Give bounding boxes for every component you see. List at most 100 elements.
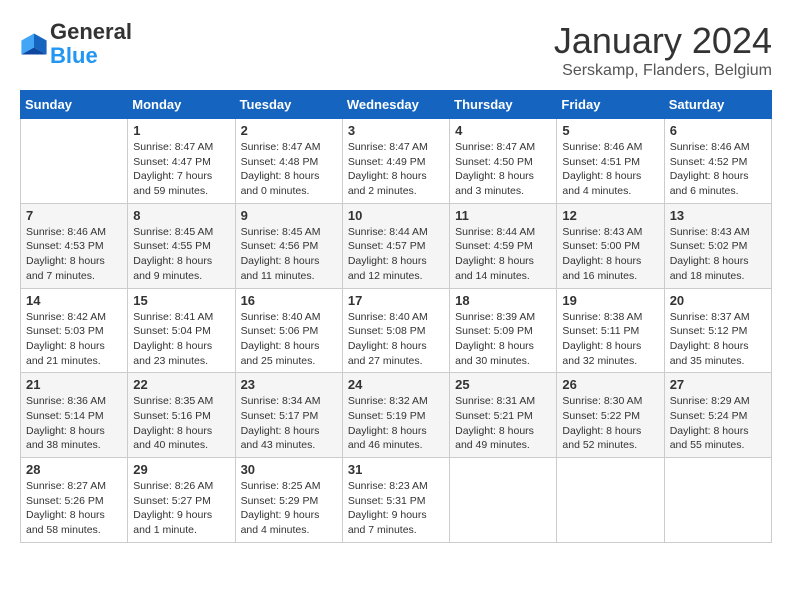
day-info: Sunrise: 8:43 AM Sunset: 5:02 PM Dayligh… [670,225,766,284]
calendar-day-cell: 15 Sunrise: 8:41 AM Sunset: 5:04 PM Dayli… [128,288,235,373]
day-number: 1 [133,123,229,138]
day-info: Sunrise: 8:35 AM Sunset: 5:16 PM Dayligh… [133,394,229,453]
day-number: 10 [348,208,444,223]
day-number: 8 [133,208,229,223]
day-number: 3 [348,123,444,138]
day-number: 25 [455,377,551,392]
calendar-day-cell: 16Sunrise: 8:40 AM Sunset: 5:06 PM Dayli… [235,288,342,373]
day-info: Sunrise: 8:42 AM Sunset: 5:03 PM Dayligh… [26,310,122,369]
day-of-week-header: Wednesday [342,91,449,119]
calendar-table: SundayMondayTuesdayWednesdayThursdayFrid… [20,90,772,543]
day-number: 22 [133,377,229,392]
calendar-day-cell: 18 Sunrise: 8:39 AM Sunset: 5:09 PM Dayli… [450,288,557,373]
day-info: Sunrise: 8:47 AM Sunset: 4:49 PM Dayligh… [348,140,444,199]
day-info: Sunrise: 8:30 AM Sunset: 5:22 PM Dayligh… [562,394,658,453]
day-number: 29 [133,462,229,477]
calendar-day-cell: 29 Sunrise: 8:26 AM Sunset: 5:27 PM Dayli… [128,458,235,543]
day-info: Sunrise: 8:36 AM Sunset: 5:14 PM Dayligh… [26,394,122,453]
calendar-day-cell: 9 Sunrise: 8:45 AM Sunset: 4:56 PM Daylig… [235,203,342,288]
day-info: Sunrise: 8:45 AM Sunset: 4:55 PM Dayligh… [133,225,229,284]
day-info: Sunrise: 8:26 AM Sunset: 5:27 PM Dayligh… [133,479,229,538]
page-header: General Blue January 2024 Serskamp, Flan… [20,20,772,80]
day-info: Sunrise: 8:37 AM Sunset: 5:12 PM Dayligh… [670,310,766,369]
calendar-header-row: SundayMondayTuesdayWednesdayThursdayFrid… [21,91,772,119]
calendar-day-cell [664,458,771,543]
calendar-day-cell: 28 Sunrise: 8:27 AM Sunset: 5:26 PM Dayli… [21,458,128,543]
day-number: 18 [455,293,551,308]
title-block: January 2024 Serskamp, Flanders, Belgium [554,20,772,80]
calendar-day-cell: 20 Sunrise: 8:37 AM Sunset: 5:12 PM Dayli… [664,288,771,373]
day-number: 6 [670,123,766,138]
calendar-day-cell: 3 Sunrise: 8:47 AM Sunset: 4:49 PM Daylig… [342,119,449,204]
day-info: Sunrise: 8:46 AM Sunset: 4:51 PM Dayligh… [562,140,658,199]
calendar-week-row: 21 Sunrise: 8:36 AM Sunset: 5:14 PM Dayli… [21,373,772,458]
day-number: 13 [670,208,766,223]
calendar-day-cell: 6 Sunrise: 8:46 AM Sunset: 4:52 PM Daylig… [664,119,771,204]
calendar-day-cell: 12Sunrise: 8:43 AM Sunset: 5:00 PM Dayli… [557,203,664,288]
day-info: Sunrise: 8:27 AM Sunset: 5:26 PM Dayligh… [26,479,122,538]
calendar-day-cell: 2Sunrise: 8:47 AM Sunset: 4:48 PM Daylig… [235,119,342,204]
day-info: Sunrise: 8:41 AM Sunset: 5:04 PM Dayligh… [133,310,229,369]
calendar-day-cell: 22 Sunrise: 8:35 AM Sunset: 5:16 PM Dayli… [128,373,235,458]
calendar-day-cell: 17 Sunrise: 8:40 AM Sunset: 5:08 PM Dayli… [342,288,449,373]
calendar-day-cell: 31 Sunrise: 8:23 AM Sunset: 5:31 PM Dayli… [342,458,449,543]
day-info: Sunrise: 8:34 AM Sunset: 5:17 PM Dayligh… [241,394,337,453]
month-title: January 2024 [554,20,772,62]
day-number: 17 [348,293,444,308]
calendar-day-cell: 8 Sunrise: 8:45 AM Sunset: 4:55 PM Daylig… [128,203,235,288]
day-number: 20 [670,293,766,308]
day-number: 9 [241,208,337,223]
day-info: Sunrise: 8:29 AM Sunset: 5:24 PM Dayligh… [670,394,766,453]
calendar-day-cell: 7 Sunrise: 8:46 AM Sunset: 4:53 PM Daylig… [21,203,128,288]
day-number: 19 [562,293,658,308]
calendar-day-cell: 21 Sunrise: 8:36 AM Sunset: 5:14 PM Dayli… [21,373,128,458]
calendar-day-cell: 19 Sunrise: 8:38 AM Sunset: 5:11 PM Dayli… [557,288,664,373]
day-number: 11 [455,208,551,223]
calendar-day-cell: 23 Sunrise: 8:34 AM Sunset: 5:17 PM Dayli… [235,373,342,458]
day-of-week-header: Monday [128,91,235,119]
day-of-week-header: Friday [557,91,664,119]
day-info: Sunrise: 8:47 AM Sunset: 4:50 PM Dayligh… [455,140,551,199]
calendar-day-cell: 1 Sunrise: 8:47 AM Sunset: 4:47 PM Daylig… [128,119,235,204]
calendar-day-cell [557,458,664,543]
day-info: Sunrise: 8:39 AM Sunset: 5:09 PM Dayligh… [455,310,551,369]
day-of-week-header: Saturday [664,91,771,119]
day-info: Sunrise: 8:38 AM Sunset: 5:11 PM Dayligh… [562,310,658,369]
calendar-day-cell [21,119,128,204]
calendar-day-cell: 25Sunrise: 8:31 AM Sunset: 5:21 PM Dayli… [450,373,557,458]
day-info: Sunrise: 8:25 AM Sunset: 5:29 PM Dayligh… [241,479,337,538]
day-info: Sunrise: 8:23 AM Sunset: 5:31 PM Dayligh… [348,479,444,538]
day-number: 15 [133,293,229,308]
location-title: Serskamp, Flanders, Belgium [554,62,772,80]
day-of-week-header: Tuesday [235,91,342,119]
calendar-day-cell: 27Sunrise: 8:29 AM Sunset: 5:24 PM Dayli… [664,373,771,458]
day-number: 12 [562,208,658,223]
calendar-day-cell: 13 Sunrise: 8:43 AM Sunset: 5:02 PM Dayli… [664,203,771,288]
day-number: 2 [241,123,337,138]
day-of-week-header: Sunday [21,91,128,119]
calendar-day-cell: 24Sunrise: 8:32 AM Sunset: 5:19 PM Dayli… [342,373,449,458]
day-of-week-header: Thursday [450,91,557,119]
calendar-week-row: 7 Sunrise: 8:46 AM Sunset: 4:53 PM Daylig… [21,203,772,288]
day-info: Sunrise: 8:46 AM Sunset: 4:52 PM Dayligh… [670,140,766,199]
logo-text: General Blue [50,20,132,68]
day-info: Sunrise: 8:47 AM Sunset: 4:47 PM Dayligh… [133,140,229,199]
day-number: 14 [26,293,122,308]
day-number: 7 [26,208,122,223]
day-info: Sunrise: 8:46 AM Sunset: 4:53 PM Dayligh… [26,225,122,284]
day-info: Sunrise: 8:45 AM Sunset: 4:56 PM Dayligh… [241,225,337,284]
day-number: 31 [348,462,444,477]
calendar-day-cell: 26Sunrise: 8:30 AM Sunset: 5:22 PM Dayli… [557,373,664,458]
calendar-week-row: 14 Sunrise: 8:42 AM Sunset: 5:03 PM Dayli… [21,288,772,373]
day-info: Sunrise: 8:40 AM Sunset: 5:08 PM Dayligh… [348,310,444,369]
day-number: 16 [241,293,337,308]
calendar-day-cell: 14 Sunrise: 8:42 AM Sunset: 5:03 PM Dayli… [21,288,128,373]
calendar-day-cell: 11Sunrise: 8:44 AM Sunset: 4:59 PM Dayli… [450,203,557,288]
day-number: 30 [241,462,337,477]
day-number: 23 [241,377,337,392]
day-number: 4 [455,123,551,138]
day-number: 28 [26,462,122,477]
calendar-week-row: 28 Sunrise: 8:27 AM Sunset: 5:26 PM Dayli… [21,458,772,543]
calendar-week-row: 1 Sunrise: 8:47 AM Sunset: 4:47 PM Daylig… [21,119,772,204]
day-number: 21 [26,377,122,392]
